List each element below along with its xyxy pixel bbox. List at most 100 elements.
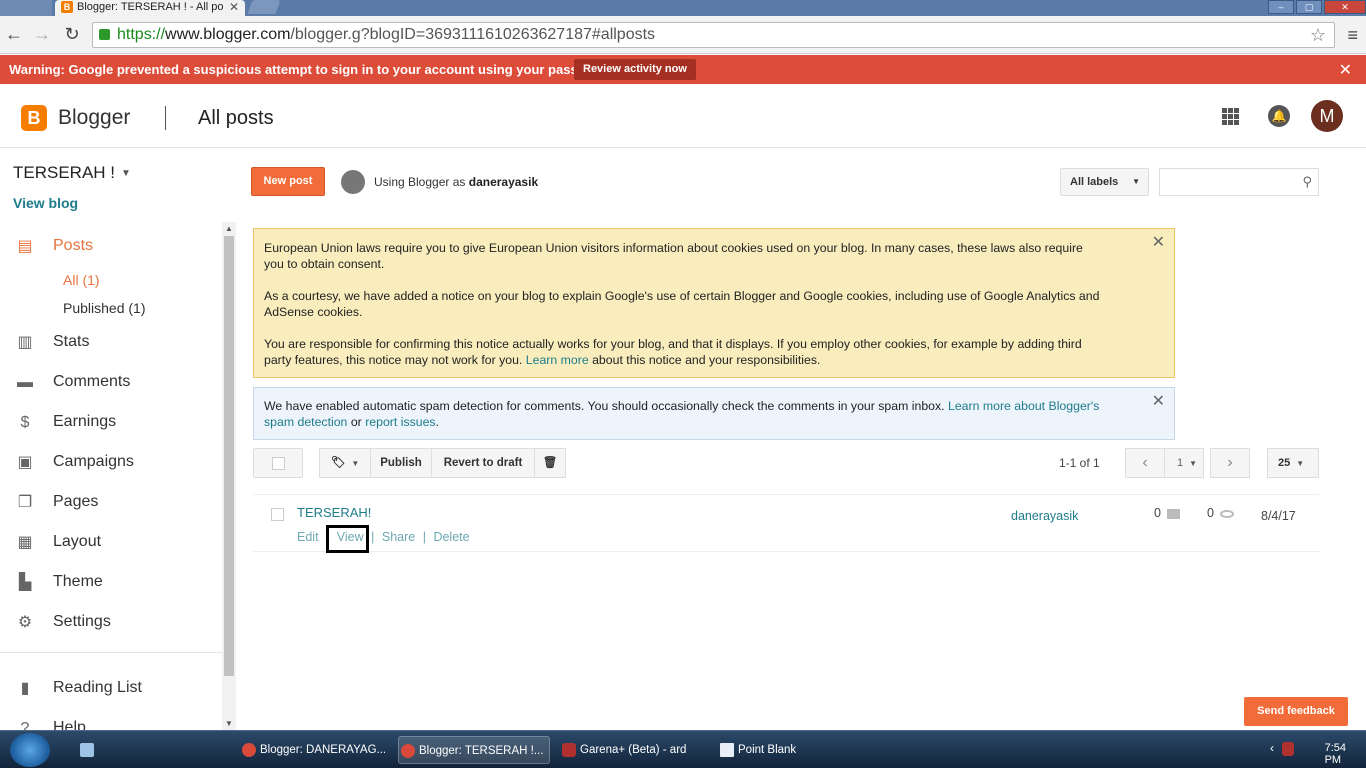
publish-button[interactable]: Publish	[370, 448, 432, 478]
taskbar-item[interactable]: Blogger: DANERAYAG...	[240, 736, 390, 764]
labels-dropdown[interactable]: All labels ▼	[1060, 168, 1149, 196]
forward-arrow-icon[interactable]: →	[32, 25, 52, 45]
view-blog-link[interactable]: View blog	[13, 195, 78, 211]
notifications-bell-icon[interactable]: 🔔	[1268, 105, 1290, 127]
label-menu-button[interactable]: 🏷 ▼	[319, 448, 371, 478]
blogger-logo-icon[interactable]: B	[21, 105, 47, 131]
close-icon[interactable]: ✕	[1152, 235, 1165, 251]
review-activity-button[interactable]: Review activity now	[574, 59, 696, 80]
revert-to-draft-button[interactable]: Revert to draft	[431, 448, 535, 478]
scroll-down-icon[interactable]: ▼	[225, 719, 233, 728]
sidebar-scrollbar[interactable]: ▲ ▼	[222, 222, 236, 730]
close-icon[interactable]: ✕	[1152, 394, 1165, 410]
back-arrow-icon[interactable]: ←	[4, 25, 24, 45]
sidebar-item-layout[interactable]: ▦ Layout	[0, 523, 222, 563]
sidebar-item-theme[interactable]: ▙ Theme	[0, 563, 222, 603]
sidebar-item-label: Theme	[53, 573, 103, 590]
share-link[interactable]: Share	[382, 530, 415, 544]
show-desktop-icon[interactable]	[78, 736, 100, 764]
pages-icon: ❐	[17, 494, 33, 511]
post-author-link[interactable]: danerayasik	[1011, 509, 1078, 523]
sidebar-item-label: Earnings	[53, 413, 117, 430]
sidebar-item-label: Comments	[53, 373, 131, 390]
clock[interactable]: 7:54 PM	[1325, 742, 1346, 766]
url-path: /blogger.g?blogID=3693111610263627187#al…	[290, 26, 656, 43]
view-count: 0	[1207, 506, 1214, 520]
username: danerayasik	[468, 175, 539, 189]
browser-menu-icon[interactable]: ≡	[1347, 25, 1358, 46]
maximize-button[interactable]: ▢	[1296, 0, 1322, 14]
comment-count: 0	[1154, 506, 1161, 520]
window-close-button[interactable]: ✕	[1324, 0, 1366, 14]
tray-app-icon[interactable]	[1282, 742, 1294, 756]
security-warning-bar: Warning: Google prevented a suspicious a…	[0, 55, 1366, 84]
new-post-button[interactable]: New post	[251, 167, 325, 196]
sidebar-item-earnings[interactable]: $ Earnings	[0, 403, 222, 443]
brand-name[interactable]: Blogger	[58, 106, 130, 130]
sidebar-divider	[0, 652, 222, 653]
sidebar-item-reading-list[interactable]: ▮ Reading List	[0, 669, 222, 709]
sidebar: TERSERAH ! ▼ View blog ▤ Posts All (1) Pu…	[0, 149, 222, 737]
eye-icon	[1219, 509, 1234, 518]
learn-more-link[interactable]: Learn more	[526, 353, 589, 367]
tab-close-icon[interactable]: ✕	[229, 0, 239, 14]
reload-icon[interactable]: ↻	[62, 25, 82, 45]
chevron-left-icon[interactable]: ‹	[1270, 741, 1274, 755]
chevron-down-icon: ▼	[1189, 459, 1198, 468]
os-taskbar: Blogger: DANERAYAG... Blogger: TERSERAH …	[0, 730, 1366, 768]
search-icon[interactable]: ⚲	[1302, 174, 1312, 190]
post-title-link[interactable]: TERSERAH!	[297, 505, 371, 520]
comment-icon	[1166, 508, 1180, 519]
chevron-down-icon: ▼	[121, 168, 131, 180]
bookmark-icon: ▮	[20, 680, 30, 697]
post-checkbox[interactable]	[271, 508, 284, 521]
edit-link[interactable]: Edit	[297, 530, 319, 544]
new-tab-button[interactable]	[247, 0, 281, 14]
send-feedback-button[interactable]: Send feedback	[1244, 697, 1348, 726]
address-bar[interactable]: https://www.blogger.com/blogger.g?blogID…	[92, 22, 1335, 48]
sidebar-item-pages[interactable]: ❐ Pages	[0, 483, 222, 523]
sidebar-item-campaigns[interactable]: ▣ Campaigns	[0, 443, 222, 483]
taskbar-item[interactable]: Garena+ (Beta) - ard	[560, 736, 710, 764]
minimize-button[interactable]: –	[1268, 0, 1294, 14]
chevron-left-icon[interactable]: ‹	[1125, 448, 1165, 478]
bookmark-star-icon[interactable]: ☆	[1310, 23, 1326, 47]
delete-link[interactable]: Delete	[433, 530, 469, 544]
action-separator: |	[371, 530, 375, 544]
header-divider	[165, 106, 166, 130]
taskbar-item[interactable]: Point Blank	[718, 736, 858, 764]
scroll-up-icon[interactable]: ▲	[225, 224, 233, 233]
taskbar-item-active[interactable]: Blogger: TERSERAH !...	[398, 736, 550, 764]
tag-icon: 🏷	[330, 457, 346, 469]
notice-text: about this notice and your responsibilit…	[592, 353, 821, 367]
sidebar-subitem-published[interactable]: Published (1)	[0, 295, 222, 323]
sidebar-item-settings[interactable]: ⚙ Settings	[0, 603, 222, 643]
url-scheme: https://	[117, 26, 166, 43]
start-button[interactable]	[10, 733, 50, 767]
blog-selector[interactable]: TERSERAH ! ▼	[13, 163, 131, 183]
search-input[interactable]: ⚲	[1159, 168, 1319, 196]
stats-icon: ▥	[17, 334, 33, 351]
warning-close-icon[interactable]: ✕	[1339, 60, 1352, 80]
page-select[interactable]: 1 ▼	[1164, 448, 1204, 478]
posts-toolbar: 🏷 ▼ Publish Revert to draft 🗑 1-1 of 1 ‹ …	[253, 448, 1319, 478]
trash-icon[interactable]: 🗑	[534, 448, 566, 478]
sidebar-item-stats[interactable]: ▥ Stats	[0, 323, 222, 363]
sidebar-subitem-all[interactable]: All (1)	[0, 267, 222, 295]
sidebar-item-comments[interactable]: ▬ Comments	[0, 363, 222, 403]
taskbar-item-label: Blogger: TERSERAH !...	[419, 745, 544, 757]
earnings-icon: $	[20, 414, 30, 431]
report-issues-link[interactable]: report issues	[365, 415, 435, 429]
layout-icon: ▦	[17, 534, 33, 551]
select-all-checkbox[interactable]	[253, 448, 303, 478]
sidebar-item-label: Settings	[53, 613, 111, 630]
per-page-select[interactable]: 25 ▼	[1267, 448, 1319, 478]
browser-tab[interactable]: B Blogger: TERSERAH ! - All po ✕	[55, 0, 245, 16]
chevron-right-icon[interactable]: ›	[1210, 448, 1250, 478]
sidebar-item-posts[interactable]: ▤ Posts	[0, 227, 222, 267]
scrollbar-thumb[interactable]	[224, 236, 234, 676]
window-controls: – ▢ ✕	[1266, 0, 1366, 16]
apps-grid-icon[interactable]	[1222, 108, 1239, 125]
sidebar-subitem-label: Published (1)	[63, 300, 146, 316]
account-avatar[interactable]: M	[1311, 100, 1343, 132]
